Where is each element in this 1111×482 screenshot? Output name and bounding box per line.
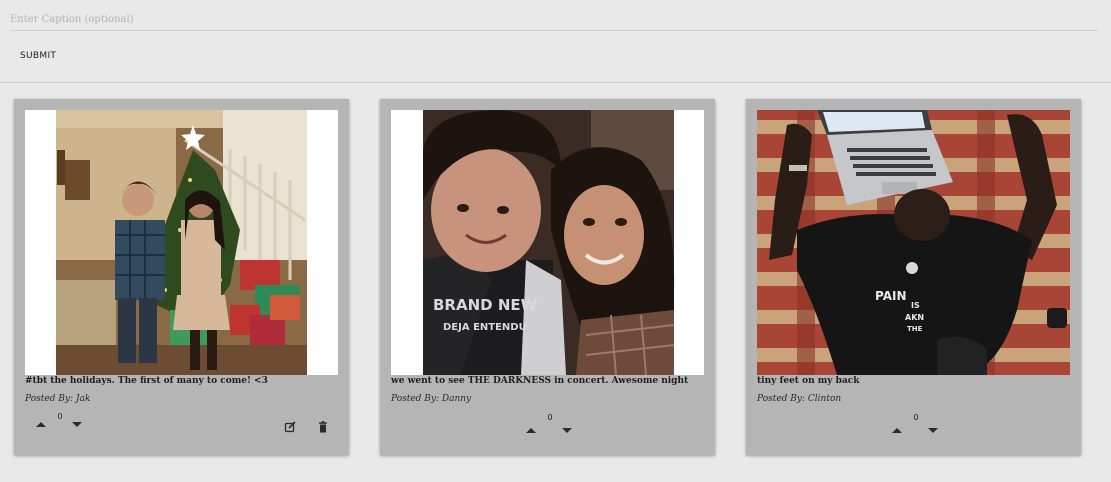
photo-couple-christmas-tree (25, 110, 338, 375)
post-author: Posted By: Jak (25, 394, 91, 404)
photo-couple-selfie: BRAND NEW DEJA ENTENDU (391, 110, 704, 375)
upvote-arrow-icon[interactable] (890, 425, 904, 435)
post-photo: PAIN IS AKN THE (757, 110, 1070, 375)
post-caption: tiny feet on my back (757, 376, 860, 386)
post-card: PAIN IS AKN THE tiny feet on my back Pos… (746, 99, 1081, 455)
svg-text:AKN: AKN (905, 313, 924, 322)
post-author: Posted By: Clinton (757, 394, 842, 404)
vote-count: 0 (57, 412, 63, 421)
svg-text:BRAND NEW: BRAND NEW (433, 296, 538, 314)
vote-count: 0 (913, 413, 919, 422)
svg-text:THE: THE (907, 325, 923, 333)
post-author: Posted By: Danny (391, 394, 472, 404)
post-card: #tbt the holidays. The first of many to … (14, 99, 349, 455)
photo-man-on-rug-laptop: PAIN IS AKN THE (757, 110, 1070, 375)
app-page: SUBMIT (0, 0, 1111, 482)
edit-icon[interactable] (283, 420, 297, 434)
vote-count: 0 (547, 413, 553, 422)
post-photo (25, 110, 338, 375)
upvote-arrow-icon[interactable] (524, 425, 538, 435)
divider (0, 82, 1111, 83)
post-caption: we went to see THE DARKNESS in concert. … (391, 376, 689, 386)
post-photo: BRAND NEW DEJA ENTENDU (391, 110, 704, 375)
post-card: BRAND NEW DEJA ENTENDU we went to see TH… (380, 99, 715, 455)
downvote-arrow-icon[interactable] (70, 419, 84, 429)
caption-input[interactable] (10, 8, 1098, 31)
vote-control: 0 (34, 411, 94, 435)
svg-text:IS: IS (911, 301, 920, 310)
vote-control: 0 (524, 411, 584, 435)
upvote-arrow-icon[interactable] (34, 419, 48, 429)
downvote-arrow-icon[interactable] (560, 425, 574, 435)
svg-text:DEJA ENTENDU: DEJA ENTENDU (443, 322, 527, 333)
vote-control: 0 (890, 411, 950, 435)
trash-icon[interactable] (316, 420, 330, 434)
submit-button[interactable]: SUBMIT (12, 44, 64, 68)
svg-text:PAIN: PAIN (875, 289, 907, 303)
post-caption: #tbt the holidays. The first of many to … (25, 376, 268, 386)
downvote-arrow-icon[interactable] (926, 425, 940, 435)
